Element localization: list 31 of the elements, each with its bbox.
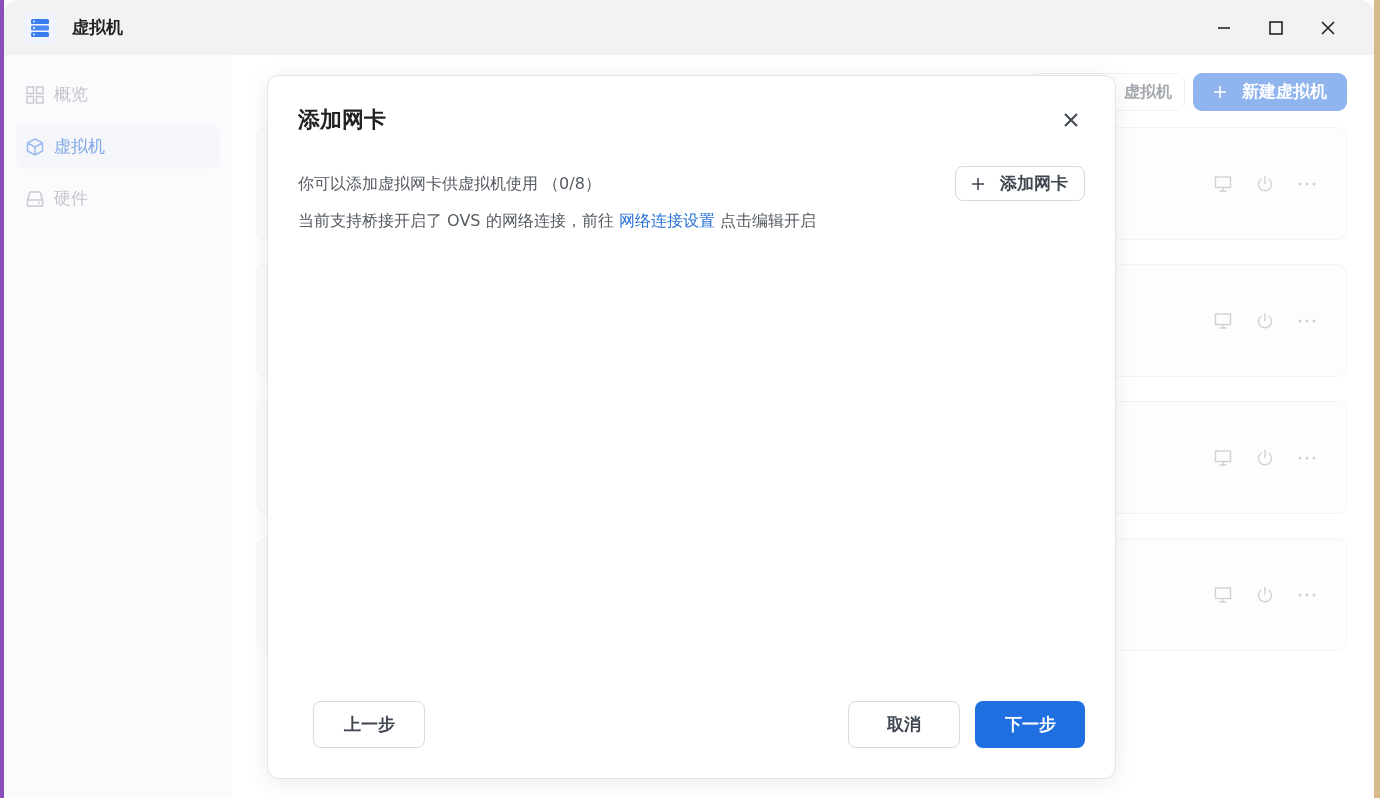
close-icon <box>1321 20 1335 35</box>
power-icon[interactable] <box>1256 311 1274 330</box>
close-icon <box>1064 113 1078 127</box>
monitor-icon[interactable] <box>1214 311 1232 330</box>
back-button[interactable]: 上一步 <box>313 701 425 748</box>
dialog-title: 添加网卡 <box>298 106 386 134</box>
cube-icon <box>26 138 44 156</box>
more-icon[interactable] <box>1298 181 1316 186</box>
server-icon <box>30 17 50 38</box>
more-icon[interactable] <box>1298 318 1316 323</box>
drive-icon <box>26 190 44 208</box>
note-text: 当前支持桥接开启了 OVS 的网络连接，前往 网络连接设置 点击编辑开启 <box>298 210 817 232</box>
plus-icon <box>1213 86 1226 98</box>
power-icon[interactable] <box>1256 585 1274 604</box>
next-button[interactable]: 下一步 <box>975 701 1085 748</box>
minimize-icon <box>1217 26 1231 29</box>
monitor-icon[interactable] <box>1214 448 1232 467</box>
settings-link[interactable]: 网络连接设置 <box>618 211 715 230</box>
more-icon[interactable] <box>1298 592 1316 597</box>
power-icon[interactable] <box>1256 448 1274 467</box>
monitor-icon[interactable] <box>1214 585 1232 604</box>
plus-icon <box>972 177 984 190</box>
grid-icon <box>26 86 44 104</box>
more-icon[interactable] <box>1298 455 1316 460</box>
monitor-icon[interactable] <box>1214 174 1232 193</box>
window-title: 虚拟机 <box>72 15 123 39</box>
power-icon[interactable] <box>1256 174 1274 193</box>
add-nic-button[interactable]: 添加网卡 <box>955 166 1085 201</box>
maximize-icon <box>1269 20 1283 35</box>
cancel-button[interactable]: 取消 <box>848 701 960 748</box>
description-text: 你可以添加虚拟网卡供虚拟机使用 （0/8） <box>298 172 601 195</box>
